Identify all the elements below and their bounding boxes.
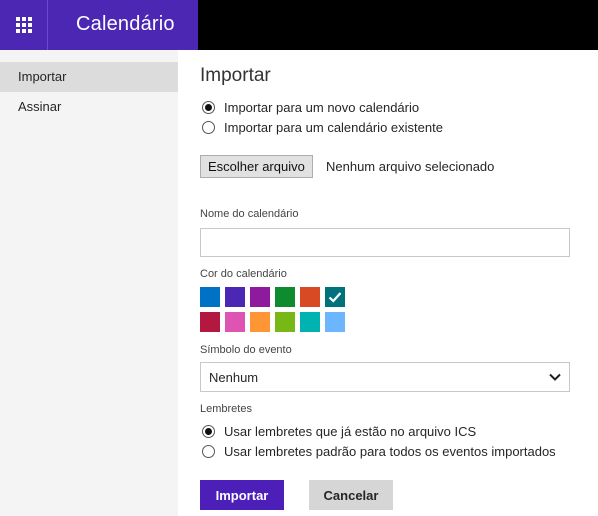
sidebar: Importar Assinar [0,50,178,516]
calendar-name-input[interactable] [200,228,570,257]
radio-button[interactable] [202,121,215,134]
color-swatch-light-blue[interactable] [325,312,345,332]
color-swatch-teal-selected[interactable] [325,287,345,307]
color-swatch-blue[interactable] [200,287,220,307]
color-swatch-lime[interactable] [275,312,295,332]
event-symbol-select[interactable]: Nenhum [200,362,570,392]
radio-reminders-default[interactable]: Usar lembretes padrão para todos os even… [202,444,556,459]
color-swatch-crimson[interactable] [200,312,220,332]
color-swatch-cyan[interactable] [300,312,320,332]
color-swatch-orange[interactable] [250,312,270,332]
top-bar: Calendário [0,0,598,50]
waffle-icon [15,17,32,33]
color-swatch-indigo[interactable] [225,287,245,307]
calendar-color-label: Cor do calendário [200,268,287,280]
page-title: Importar [200,65,271,86]
app-launcher-button[interactable] [0,0,48,50]
sidebar-item-assinar[interactable]: Assinar [0,92,178,122]
import-button[interactable]: Importar [200,480,284,510]
radio-label: Importar para um calendário existente [224,120,443,135]
color-swatch-pink[interactable] [225,312,245,332]
reminders-label: Lembretes [200,403,252,415]
color-swatch-green[interactable] [275,287,295,307]
event-symbol-value: Nenhum [209,370,259,385]
radio-import-existing-calendar[interactable]: Importar para um calendário existente [202,120,443,135]
cancel-button[interactable]: Cancelar [309,480,393,510]
color-swatch-purple[interactable] [250,287,270,307]
radio-label: Importar para um novo calendário [224,100,420,115]
radio-button[interactable] [202,445,215,458]
chevron-down-icon [549,373,561,381]
calendar-name-label: Nome do calendário [200,208,299,220]
radio-reminders-from-ics[interactable]: Usar lembretes que já estão no arquivo I… [202,424,476,439]
radio-label: Usar lembretes padrão para todos os even… [224,444,556,459]
radio-button[interactable] [202,425,215,438]
app-brand-bar: Calendário [0,0,198,50]
checkmark-icon [328,292,342,303]
radio-label: Usar lembretes que já estão no arquivo I… [224,424,477,439]
color-swatch-orange-red[interactable] [300,287,320,307]
sidebar-item-importar[interactable]: Importar [0,62,178,92]
choose-file-button[interactable]: Escolher arquivo [200,155,313,178]
radio-button[interactable] [202,101,215,114]
app-title: Calendário [76,13,175,35]
event-symbol-label: Símbolo do evento [200,344,292,356]
radio-import-new-calendar[interactable]: Importar para um novo calendário [202,100,419,115]
file-status-text: Nenhum arquivo selecionado [326,159,495,174]
